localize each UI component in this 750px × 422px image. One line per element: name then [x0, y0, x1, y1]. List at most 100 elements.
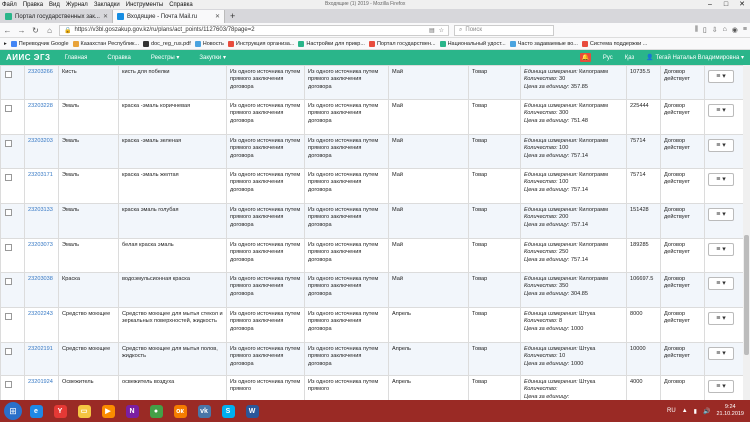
plan-point-code-link[interactable]: 23203073	[28, 242, 53, 248]
reload-icon[interactable]: ↻	[31, 26, 40, 35]
unit-label: Единица измерения:	[524, 379, 578, 385]
row-checkbox[interactable]	[5, 244, 12, 251]
row-checkbox[interactable]	[5, 313, 12, 320]
price-line: Цена за единицу: 757.14	[524, 153, 623, 160]
menu-item[interactable]: Правка	[23, 2, 43, 8]
close-window-icon[interactable]: ✕	[734, 0, 750, 9]
windows-start-icon[interactable]: ⊞	[4, 402, 22, 420]
row-checkbox[interactable]	[5, 71, 12, 78]
row-actions-button[interactable]: ≡ ▾	[708, 139, 734, 152]
plan-point-code-link[interactable]: 23201924	[28, 379, 53, 385]
volume-icon[interactable]: 🔊	[703, 408, 710, 415]
media-player-icon[interactable]: ▶	[98, 402, 118, 420]
search-input[interactable]: ⌕ Поиск	[454, 24, 554, 36]
bookmark-item[interactable]: Казахстан Республик...	[72, 40, 139, 47]
home-toolbar-icon[interactable]: ⌂	[723, 26, 727, 34]
notification-bell-icon[interactable]: 🔔	[579, 53, 591, 62]
row-actions-button[interactable]: ≡ ▾	[708, 243, 734, 256]
reader-icon[interactable]: ▤	[429, 27, 435, 34]
vk-icon[interactable]: vk	[194, 402, 214, 420]
row-checkbox[interactable]	[5, 348, 12, 355]
forward-icon[interactable]: →	[17, 26, 26, 35]
row-actions-button[interactable]: ≡ ▾	[708, 70, 734, 83]
row-checkbox[interactable]	[5, 278, 12, 285]
menu-item[interactable]: Закладки	[94, 2, 120, 8]
maximize-icon[interactable]: □	[718, 0, 734, 9]
app-logo[interactable]: АИИС ЭГЗ	[6, 53, 51, 62]
skype-icon[interactable]: S	[218, 402, 238, 420]
plan-point-code-link[interactable]: 23203203	[28, 138, 53, 144]
row-actions-button[interactable]: ≡ ▾	[708, 277, 734, 290]
nav-item-home[interactable]: Главная	[65, 55, 88, 61]
new-tab-icon[interactable]: +	[225, 11, 240, 21]
lang-kz[interactable]: Қаз	[625, 55, 635, 61]
bookmark-item[interactable]: Часто задаваемые во...	[509, 40, 578, 47]
bookmark-item[interactable]: Система поддержки ...	[581, 40, 647, 47]
clock[interactable]: 9:24 21.10.2019	[716, 404, 744, 418]
yandex-browser-icon[interactable]: Y	[50, 402, 70, 420]
plan-point-code-link[interactable]: 23203133	[28, 207, 53, 213]
row-checkbox[interactable]	[5, 209, 12, 216]
menu-item[interactable]: Справка	[169, 2, 193, 8]
row-actions-button[interactable]: ≡ ▾	[708, 173, 734, 186]
menu-item[interactable]: Журнал	[66, 2, 88, 8]
nav-item-help[interactable]: Справка	[107, 55, 131, 61]
row-checkbox[interactable]	[5, 105, 12, 112]
close-tab-icon[interactable]: ✕	[103, 13, 108, 20]
sidebar-icon[interactable]: ▯	[703, 26, 707, 34]
bookmark-item[interactable]: Настройки для прикр...	[298, 40, 365, 47]
plan-point-code-link[interactable]: 23202243	[28, 311, 53, 317]
ie-icon[interactable]: e	[26, 402, 46, 420]
row-actions-button[interactable]: ≡ ▾	[708, 347, 734, 360]
price-label: Цена за единицу:	[524, 152, 570, 159]
menu-item[interactable]: Инструменты	[126, 2, 163, 8]
tray-arrow-icon[interactable]: ▲	[682, 408, 688, 414]
library-icon[interactable]: ⫼	[695, 26, 698, 34]
tab-goszakup[interactable]: Портал государственных зак... ✕	[1, 10, 113, 23]
bookmark-item[interactable]: Национальный удост...	[439, 40, 506, 47]
menu-icon[interactable]: ≡	[743, 26, 747, 34]
bookmark-item[interactable]: Инструкция организа...	[227, 40, 294, 47]
odnoklassniki-icon[interactable]: ок	[170, 402, 190, 420]
row-actions-button[interactable]: ≡ ▾	[708, 312, 734, 325]
network-icon[interactable]: ▮	[694, 408, 697, 415]
row-actions-button[interactable]: ≡ ▾	[708, 208, 734, 221]
nav-item-registries[interactable]: Реестры ▾	[151, 54, 180, 61]
lang-ru[interactable]: Рус	[603, 55, 613, 61]
bookmark-star-icon[interactable]: ☆	[439, 27, 444, 34]
close-tab-icon[interactable]: ✕	[215, 13, 220, 20]
row-checkbox[interactable]	[5, 140, 12, 147]
row-checkbox[interactable]	[5, 381, 12, 388]
row-checkbox[interactable]	[5, 174, 12, 181]
minimize-icon[interactable]: –	[702, 0, 718, 9]
plan-point-code-link[interactable]: 23202191	[28, 346, 53, 352]
address-bar[interactable]: 🔒 https://v3bl.goszakup.gov.kz/ru/plans/…	[59, 24, 449, 36]
word-icon[interactable]: W	[242, 402, 262, 420]
plan-point-code-link[interactable]: 23203038	[28, 276, 53, 282]
nav-item-purchases[interactable]: Закупки ▾	[199, 54, 226, 61]
onenote-icon[interactable]: N	[122, 402, 142, 420]
bookmark-item[interactable]: doc_reg_rus.pdf	[143, 40, 191, 47]
plan-point-code-link[interactable]: 23203171	[28, 172, 53, 178]
scrollbar-thumb[interactable]	[744, 235, 749, 355]
tab-mail[interactable]: Входящие - Почта Mail.ru ✕	[113, 10, 225, 23]
bookmark-item[interactable]: Портал государствен...	[368, 40, 436, 47]
chrome-icon[interactable]: ●	[146, 402, 166, 420]
bookmarks-toggle-icon[interactable]: ▸	[4, 41, 7, 47]
plan-point-code-link[interactable]: 23203228	[28, 103, 53, 109]
bookmark-item[interactable]: Переводчик Google	[10, 40, 69, 47]
menu-item[interactable]: Файл	[2, 2, 17, 8]
menu-item[interactable]: Вид	[49, 2, 60, 8]
plan-point-code-link[interactable]: 23203266	[28, 69, 53, 75]
user-menu[interactable]: 👤 Тегай Наталья Владимировна ▾	[646, 54, 744, 61]
explorer-icon[interactable]: ▭	[74, 402, 94, 420]
home-icon[interactable]: ⌂	[45, 26, 54, 35]
row-actions-button[interactable]: ≡ ▾	[708, 104, 734, 117]
keyboard-language[interactable]: RU	[667, 408, 676, 414]
bookmark-item[interactable]: Новость	[194, 40, 224, 47]
page-scrollbar[interactable]	[743, 65, 750, 400]
row-actions-button[interactable]: ≡ ▾	[708, 380, 734, 393]
extension-icon[interactable]: ◉	[732, 26, 738, 34]
back-icon[interactable]: ←	[3, 26, 12, 35]
download-icon[interactable]: ⇩	[712, 26, 718, 34]
